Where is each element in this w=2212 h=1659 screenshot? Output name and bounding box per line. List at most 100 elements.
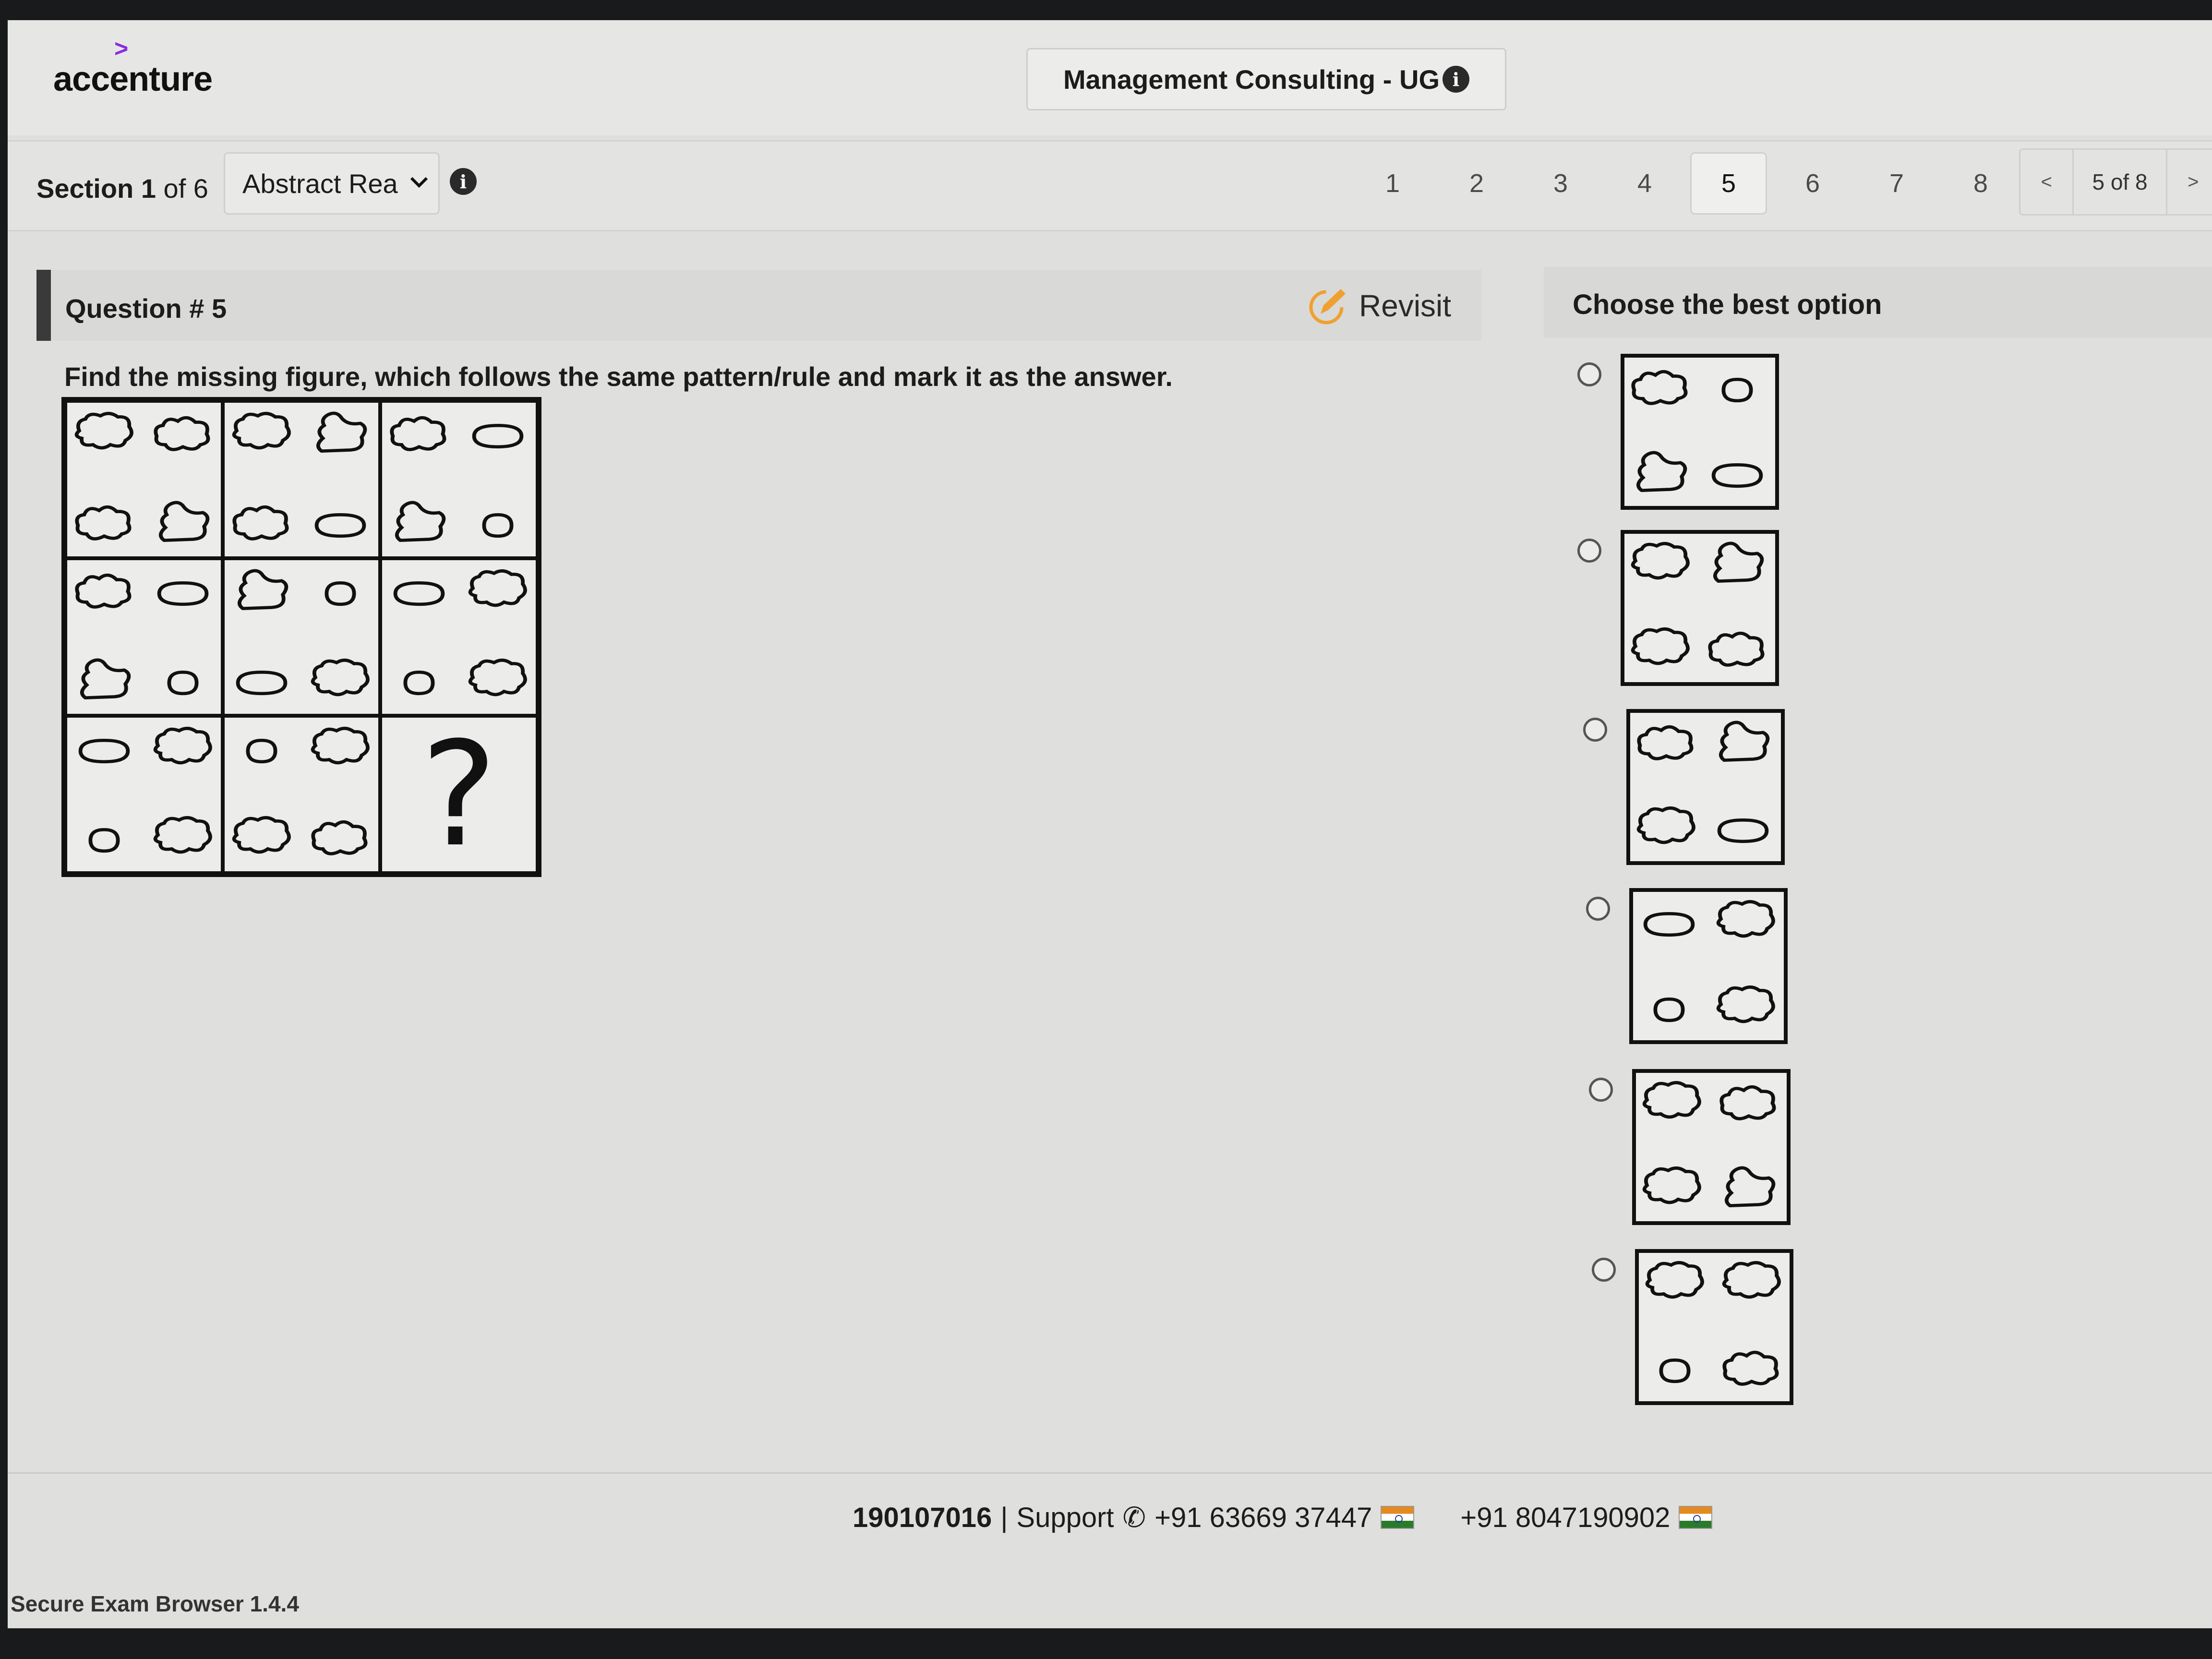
puff-shape xyxy=(1719,1085,1776,1120)
exam-title: Management Consulting - UG i xyxy=(1026,48,1506,110)
bag-shape xyxy=(1636,451,1687,493)
option-radio[interactable] xyxy=(1586,897,1610,921)
question-title: Question # 5 xyxy=(65,293,227,324)
ellipse-shape xyxy=(1643,912,1695,937)
bag-shape xyxy=(158,501,210,542)
info-icon[interactable]: i xyxy=(1443,66,1469,93)
revisit-button[interactable]: Revisit xyxy=(1306,284,1451,327)
option-figure[interactable] xyxy=(1635,1249,1793,1405)
ring-shape xyxy=(246,738,277,764)
ellipse-shape xyxy=(157,581,209,606)
phone-icon: ✆ xyxy=(1122,1502,1146,1533)
question-number-8[interactable]: 8 xyxy=(1942,152,2019,215)
matrix-cell-4 xyxy=(65,558,223,716)
puff-shape xyxy=(390,416,446,451)
ring-shape xyxy=(403,670,435,696)
cloud-shape xyxy=(1716,986,1775,1023)
candidate-id: 190107016 xyxy=(853,1502,992,1533)
puff-shape xyxy=(75,505,132,541)
question-navigation: Section 1 of 6 Abstract Rea i 1 2 3 4 5 … xyxy=(8,140,2212,231)
option-radio[interactable] xyxy=(1583,718,1607,742)
option-radio[interactable] xyxy=(1592,1258,1616,1282)
question-header-accent xyxy=(36,270,51,341)
cloud-shape xyxy=(311,659,370,697)
exam-title-text: Management Consulting - UG xyxy=(1063,64,1440,95)
ellipse-shape xyxy=(393,581,445,606)
puff-shape xyxy=(311,820,368,855)
question-header: Question # 5 Revisit xyxy=(36,270,1481,341)
cloud-shape xyxy=(1631,542,1690,580)
ellipse-shape xyxy=(1717,818,1769,843)
cloud-shape xyxy=(468,569,527,607)
option-figure[interactable] xyxy=(1621,354,1779,510)
chevron-down-icon xyxy=(409,174,429,194)
bag-shape xyxy=(1724,1166,1776,1208)
support-phone-1: +91 63669 37447 xyxy=(1154,1502,1372,1533)
section-dropdown-value: Abstract Rea xyxy=(242,168,398,199)
answer-option-4[interactable] xyxy=(1586,888,1788,1046)
option-radio[interactable] xyxy=(1589,1078,1613,1102)
question-number-3[interactable]: 3 xyxy=(1522,152,1599,215)
answer-option-6[interactable] xyxy=(1592,1249,1793,1407)
matrix-cell-8 xyxy=(223,716,380,873)
india-flag-icon xyxy=(1679,1506,1713,1529)
cloud-shape xyxy=(1642,1166,1701,1204)
ring-shape xyxy=(1659,1358,1691,1383)
question-number-1[interactable]: 1 xyxy=(1354,152,1431,215)
puff-shape xyxy=(1637,725,1694,760)
puff-shape xyxy=(1708,631,1765,667)
option-radio[interactable] xyxy=(1577,539,1601,563)
previous-question-button[interactable]: < xyxy=(2020,171,2072,193)
question-number-7[interactable]: 7 xyxy=(1858,152,1935,215)
option-radio[interactable] xyxy=(1577,362,1601,386)
section-suffix: of 6 xyxy=(163,173,208,204)
question-number-2[interactable]: 2 xyxy=(1438,152,1515,215)
option-figure[interactable] xyxy=(1632,1069,1791,1225)
options-header: Choose the best option xyxy=(1544,267,2212,338)
ring-shape xyxy=(325,581,356,606)
answer-option-1[interactable] xyxy=(1577,354,1779,512)
ring-shape xyxy=(1653,997,1685,1022)
bag-shape xyxy=(1713,541,1764,583)
section-info-icon[interactable]: i xyxy=(450,168,477,195)
question-number-5[interactable]: 5 xyxy=(1690,152,1767,215)
bag-shape xyxy=(1719,721,1770,762)
cloud-shape xyxy=(311,727,370,765)
question-instruction: Find the missing figure, which follows t… xyxy=(64,361,1173,392)
option-figure[interactable] xyxy=(1621,530,1779,686)
ellipse-shape xyxy=(236,670,288,696)
india-flag-icon xyxy=(1381,1506,1415,1529)
puff-shape xyxy=(232,505,289,541)
cloud-shape xyxy=(1722,1261,1781,1299)
answer-option-3[interactable] xyxy=(1583,709,1785,867)
puff-shape xyxy=(75,573,132,609)
puff-shape xyxy=(1631,370,1688,405)
option-figure[interactable] xyxy=(1626,709,1785,865)
figure-matrix: ? xyxy=(61,397,541,878)
answer-option-2[interactable] xyxy=(1577,530,1779,688)
separator: | xyxy=(1000,1502,1008,1533)
puff-shape xyxy=(1722,1350,1779,1386)
option-figure[interactable] xyxy=(1629,888,1788,1044)
ring-shape xyxy=(167,670,199,696)
section-dropdown[interactable]: Abstract Rea xyxy=(224,152,440,215)
question-number-6[interactable]: 6 xyxy=(1774,152,1851,215)
section-number: 1 xyxy=(141,173,156,204)
cloud-shape xyxy=(1642,1081,1701,1119)
exam-screen: > accenture Management Consulting - UG i… xyxy=(8,20,2212,1628)
matrix-cell-5 xyxy=(223,558,380,716)
question-pager: < 5 of 8 > xyxy=(2019,148,2212,216)
matrix-cell-2 xyxy=(223,401,380,558)
revisit-label: Revisit xyxy=(1359,289,1452,323)
support-phone-2: +91 8047190902 xyxy=(1460,1502,1671,1533)
support-label: Support xyxy=(1016,1502,1114,1533)
question-number-4[interactable]: 4 xyxy=(1606,152,1683,215)
cloud-shape xyxy=(1716,900,1775,938)
cloud-shape xyxy=(74,412,133,450)
bag-shape xyxy=(316,411,367,453)
matrix-cell-6 xyxy=(380,558,538,716)
answer-option-5[interactable] xyxy=(1589,1069,1791,1227)
next-question-button[interactable]: > xyxy=(2167,171,2212,193)
header: > accenture Management Consulting - UG i xyxy=(8,20,2212,135)
cloud-shape xyxy=(153,727,212,765)
